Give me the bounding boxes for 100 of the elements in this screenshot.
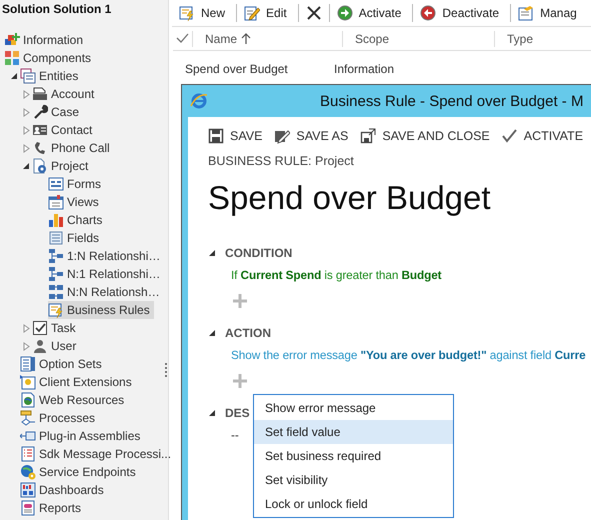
tree-item[interactable]: Information — [4, 31, 88, 49]
tree-item[interactable]: Case — [32, 103, 84, 121]
tree-item[interactable]: Forms — [48, 175, 105, 193]
form-icon — [48, 176, 64, 192]
tree-item[interactable]: Entities — [20, 67, 82, 85]
lightning-document-icon — [179, 5, 195, 21]
tree-item[interactable]: Components — [4, 49, 96, 67]
table-cell-text: Information — [333, 61, 396, 77]
pencil-document-icon — [244, 5, 260, 21]
document-gear-icon — [32, 158, 48, 174]
checkmark-icon — [176, 33, 189, 44]
column-header[interactable]: Name — [205, 32, 238, 46]
toolbar-button[interactable]: Edit — [242, 2, 293, 24]
list-icon — [48, 230, 64, 246]
rule-name: Spend over Budget — [208, 178, 492, 218]
task-check-icon — [32, 320, 48, 336]
section-heading: DES — [225, 406, 250, 420]
globe-document-icon — [20, 392, 36, 408]
wrench-icon — [32, 104, 48, 120]
flowchart-icon — [20, 410, 36, 426]
expanded-arrow-icon[interactable] — [208, 249, 216, 257]
column-header[interactable]: Type — [507, 32, 534, 46]
collapsed-arrow-icon[interactable] — [22, 342, 30, 350]
browser-logo-icon — [190, 92, 208, 110]
bar-chart-icon — [48, 212, 64, 228]
tree-item[interactable]: Processes — [20, 409, 100, 427]
command-button[interactable]: ACTIVATE — [502, 128, 584, 144]
left-arrow-circle-icon — [420, 5, 436, 21]
phone-icon — [32, 140, 48, 156]
contact-card-icon — [32, 122, 48, 138]
collapsed-arrow-icon[interactable] — [22, 90, 30, 98]
tree-item[interactable]: N:1 Relationshi… — [48, 265, 164, 283]
collapsed-arrow-icon[interactable] — [22, 144, 30, 152]
cubes-icon — [4, 32, 20, 48]
toolbar-button[interactable]: Deactivate — [418, 2, 506, 24]
tree-item[interactable]: Charts — [48, 211, 106, 229]
tree-item[interactable]: Phone Call — [32, 139, 114, 157]
solution-title: Solution Solution 1 — [1, 1, 112, 18]
command-button[interactable]: SAVE AS — [274, 128, 348, 144]
command-button[interactable]: SAVE — [208, 128, 262, 144]
tree-item[interactable]: N:N Relationsh… — [48, 283, 164, 301]
tree-item[interactable]: Views — [48, 193, 103, 211]
tree-item[interactable]: Web Resources — [20, 391, 128, 409]
table-cell-text: Spend over Budget — [184, 61, 289, 77]
option-list-icon — [20, 356, 36, 372]
menu-item[interactable]: Set business required — [254, 444, 453, 468]
table-window-icon — [48, 194, 64, 210]
extension-icon — [20, 374, 36, 390]
lightning-document-icon — [48, 302, 64, 318]
command-button[interactable]: SAVE AND CLOSE — [360, 128, 490, 144]
toolbar-button[interactable]: New — [177, 2, 232, 24]
toolbar-button[interactable]: Manag — [516, 2, 583, 24]
tree-item[interactable]: Option Sets — [20, 355, 106, 373]
window-title: Business Rule - Spend over Budget - M — [320, 92, 584, 110]
add-icon[interactable] — [233, 294, 247, 308]
tree-item[interactable]: Fields — [48, 229, 104, 247]
menu-item[interactable]: Set visibility — [254, 468, 453, 492]
expanded-arrow-icon[interactable] — [208, 409, 216, 417]
tree-item[interactable]: Project — [32, 157, 92, 175]
column-header[interactable]: Scope — [355, 32, 390, 46]
report-icon — [20, 500, 36, 516]
condition-text[interactable]: If Current Spend is greater than Budget — [231, 268, 442, 282]
tree-item[interactable]: Account — [32, 85, 98, 103]
collapsed-arrow-icon[interactable] — [22, 108, 30, 116]
globe-gear-icon — [20, 464, 36, 480]
tree-item[interactable]: 1:N Relationshi… — [48, 247, 164, 265]
expanded-arrow-icon[interactable] — [22, 162, 30, 170]
menu-item[interactable]: Lock or unlock field — [254, 492, 453, 516]
list-document-icon — [20, 446, 36, 462]
delete-icon — [306, 5, 322, 21]
tree-item[interactable]: Business Rules — [48, 301, 154, 319]
tree-item[interactable]: User — [32, 337, 80, 355]
tray-icon — [32, 86, 48, 102]
expanded-arrow-icon[interactable] — [208, 329, 216, 337]
tree-item[interactable]: Client Extensions — [20, 373, 136, 391]
user-icon — [32, 338, 48, 354]
tree-item[interactable]: Sdk Message Processi... — [20, 445, 176, 463]
tree-item[interactable]: Reports — [20, 499, 86, 517]
collapsed-arrow-icon[interactable] — [22, 126, 30, 134]
section-heading: CONDITION — [225, 246, 292, 260]
stacked-forms-icon — [20, 68, 36, 84]
expanded-arrow-icon[interactable] — [10, 72, 18, 80]
manage-document-icon — [518, 5, 534, 21]
checkmark-icon — [502, 128, 518, 144]
pencil-disk-icon — [274, 128, 290, 144]
description-text: -- — [231, 428, 239, 442]
toolbar-button[interactable]: Activate — [334, 2, 408, 24]
tree-item[interactable]: Dashboards — [20, 481, 108, 499]
splitter-grip-icon — [164, 362, 168, 378]
tree-item[interactable]: Plug-in Assemblies — [20, 427, 144, 445]
tree-item[interactable]: Contact — [32, 121, 96, 139]
collapsed-arrow-icon[interactable] — [22, 324, 30, 332]
tree-item[interactable]: Service Endpoints — [20, 463, 140, 481]
menu-item[interactable]: Show error message — [254, 396, 453, 420]
entity-label: BUSINESS RULE: Project — [208, 154, 355, 168]
action-text[interactable]: Show the error message "You are over budget!" against field Curre — [231, 348, 586, 362]
tree-item[interactable]: Task — [32, 319, 80, 337]
dashboard-icon — [20, 482, 36, 498]
add-icon[interactable] — [233, 374, 247, 388]
menu-item[interactable]: Set field value — [254, 420, 453, 444]
